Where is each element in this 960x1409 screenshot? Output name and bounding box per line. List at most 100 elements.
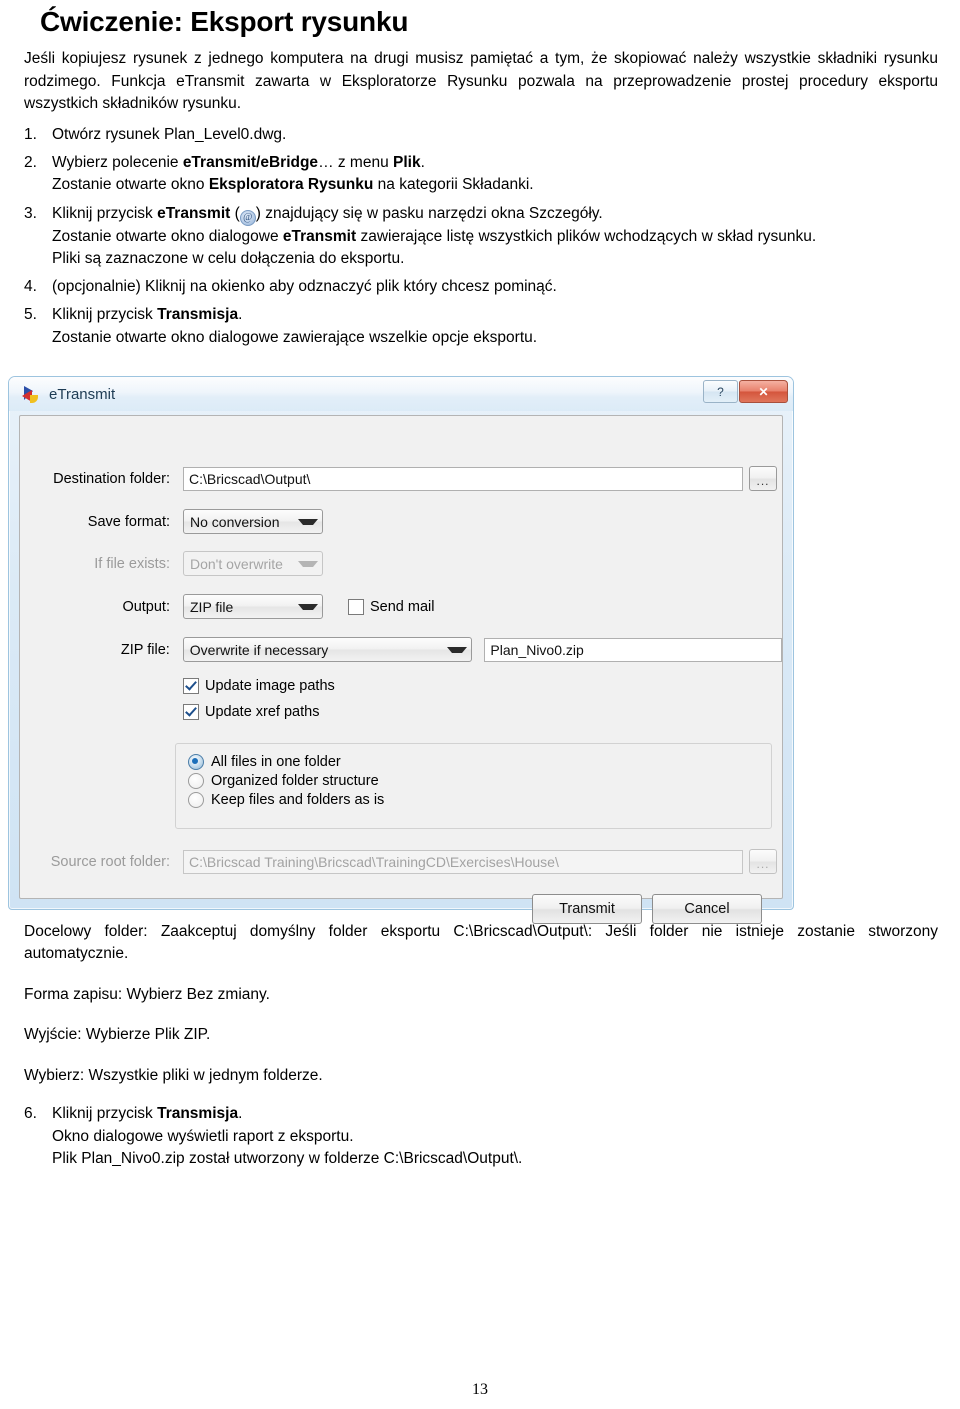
step-number: 4. — [24, 278, 37, 296]
output-value: ZIP file — [190, 598, 234, 615]
zip-file-label: ZIP file: — [120, 641, 170, 658]
step-number: 2. — [24, 153, 37, 171]
chevron-down-icon — [447, 646, 468, 653]
radio-label: Organized folder structure — [211, 773, 379, 789]
text-fragment: . — [238, 1105, 243, 1123]
text-emphasis: Eksploratora Rysunku — [208, 176, 374, 194]
save-format-label: Save format: — [87, 513, 170, 530]
intro-paragraph: Jeśli kopiujesz rysunek z jednego komput… — [24, 50, 938, 113]
step-line: Pliki są zaznaczone w celu dołączenia do… — [52, 249, 405, 267]
note-destination-folder: Docelowy folder: Zaakceptuj domyślny fol… — [24, 923, 938, 963]
step-line: Wybierz polecenie eTransmit/eBridge… z m… — [52, 152, 936, 174]
text-emphasis: Transmisja — [157, 306, 239, 324]
update-xref-paths-row[interactable]: Update xref paths — [183, 704, 319, 720]
text-emphasis: Transmisja — [157, 1105, 239, 1123]
help-button[interactable]: ? — [703, 380, 738, 403]
text-fragment: . — [420, 153, 425, 171]
text-fragment: . — [238, 306, 243, 324]
update-image-paths-checkbox[interactable] — [183, 678, 199, 694]
output-label: Output: — [122, 598, 170, 615]
source-root-folder-input[interactable]: C:\Bricscad Training\Bricscad\TrainingCD… — [183, 849, 743, 874]
text-fragment: Kliknij przycisk — [52, 204, 158, 222]
source-root-folder-browse-button[interactable]: ... — [749, 849, 777, 874]
zip-file-select[interactable]: Overwrite if necessary — [182, 637, 473, 662]
text-emphasis: Plik — [393, 153, 421, 171]
step-number: 1. — [24, 125, 37, 143]
page-number: 13 — [472, 1381, 488, 1398]
update-image-paths-label: Update image paths — [205, 678, 335, 694]
folder-structure-group: All files in one folder Organized folder… — [175, 743, 772, 829]
radio-all-files-in-one-folder[interactable]: All files in one folder — [188, 754, 771, 770]
destination-folder-browse-button[interactable]: ... — [749, 466, 777, 491]
etransmit-app-icon — [21, 384, 41, 404]
chevron-down-icon — [298, 518, 318, 525]
output-select[interactable]: ZIP file — [183, 594, 323, 619]
radio-keep-files-and-folders-as-is[interactable]: Keep files and folders as is — [188, 792, 771, 808]
text-fragment: na kategorii Składanki. — [373, 176, 534, 194]
source-root-folder-label: Source root folder: — [50, 853, 170, 870]
output-row: Output: ZIP file Send mail — [20, 594, 782, 619]
chevron-down-icon — [298, 560, 318, 567]
step-line: Okno dialogowe wyświetli raport z ekspor… — [52, 1127, 354, 1145]
transmit-button[interactable]: Transmit — [532, 894, 642, 924]
radio-icon[interactable] — [188, 792, 204, 808]
destination-folder-input[interactable]: C:\Bricscad\Output\ — [183, 466, 743, 491]
text-emphasis: eTransmit — [282, 227, 357, 245]
step-line: (opcjonalnie) Kliknij na okienko aby odz… — [52, 278, 557, 296]
save-format-select[interactable]: No conversion — [183, 509, 323, 534]
update-image-paths-row[interactable]: Update image paths — [183, 678, 335, 694]
text-fragment: Kliknij przycisk — [52, 306, 158, 324]
final-step-list: 6. Kliknij przycisk Transmisja. Okno dia… — [24, 1103, 950, 1170]
destination-folder-label: Destination folder: — [53, 470, 170, 487]
step-line: Kliknij przycisk eTransmit (@) znajdując… — [52, 203, 936, 226]
step-line: Kliknij przycisk Transmisja. — [52, 304, 936, 326]
step-number: 3. — [24, 204, 37, 222]
radio-label: Keep files and folders as is — [211, 792, 385, 808]
step-line: Plik Plan_Nivo0.zip został utworzony w f… — [52, 1149, 523, 1167]
step-body: Wybierz polecenie eTransmit/eBridge… z m… — [52, 152, 950, 197]
radio-icon[interactable] — [188, 754, 204, 770]
zip-file-value: Overwrite if necessary — [189, 641, 329, 658]
dialog-actions: Transmit Cancel — [532, 894, 762, 924]
window-controls: ? ✕ — [703, 380, 788, 403]
list-item: 6. Kliknij przycisk Transmisja. Okno dia… — [24, 1103, 950, 1170]
chevron-down-icon — [298, 603, 318, 610]
list-item: 4. (opcjonalnie) Kliknij na okienko aby … — [24, 276, 950, 298]
zip-filename-input[interactable]: Plan_Nivo0.zip — [484, 637, 782, 662]
step-body: Kliknij przycisk Transmisja. Zostanie ot… — [52, 304, 950, 349]
radio-organized-folder-structure[interactable]: Organized folder structure — [188, 773, 771, 789]
send-mail-checkbox-row[interactable]: Send mail — [348, 598, 435, 615]
step-line: Zostanie otwarte okno dialogowe eTransmi… — [52, 226, 936, 248]
text-fragment: Wybierz polecenie — [52, 153, 183, 171]
save-format-value: No conversion — [190, 513, 280, 530]
update-xref-paths-checkbox[interactable] — [183, 704, 199, 720]
source-root-folder-row: Source root folder: C:\Bricscad Training… — [20, 849, 782, 874]
list-item: 1. Otwórz rysunek Plan_Level0.dwg. — [24, 124, 950, 146]
step-number: 6. — [24, 1105, 37, 1123]
update-xref-paths-label: Update xref paths — [205, 704, 320, 720]
destination-folder-row: Destination folder: C:\Bricscad\Output\ … — [20, 466, 782, 491]
list-item: 5. Kliknij przycisk Transmisja. Zostanie… — [24, 304, 950, 349]
if-file-exists-select[interactable]: Don't overwrite — [183, 551, 323, 576]
step-body: Kliknij przycisk eTransmit (@) znajdując… — [52, 203, 950, 271]
zip-file-row: ZIP file: Overwrite if necessary Plan_Ni… — [20, 637, 782, 662]
text-fragment: Zostanie otwarte okno — [52, 176, 209, 194]
step-line: Kliknij przycisk Transmisja. — [52, 1103, 936, 1125]
text-fragment: zawierające listę wszystkich plików wcho… — [356, 227, 817, 245]
step-body: (opcjonalnie) Kliknij na okienko aby odz… — [52, 276, 950, 298]
etransmit-dialog: eTransmit ? ✕ Destination folder: C:\Bri… — [8, 376, 794, 924]
cancel-button[interactable]: Cancel — [652, 894, 762, 924]
note-save-format: Forma zapisu: Wybierz Bez zmiany. — [24, 985, 270, 1003]
text-fragment: Zostanie otwarte okno dialogowe — [52, 227, 283, 245]
step-line: Zostanie otwarte okno Eksploratora Rysun… — [52, 174, 936, 196]
send-mail-label: Send mail — [370, 598, 435, 615]
if-file-exists-value: Don't overwrite — [190, 555, 283, 572]
dialog-titlebar: eTransmit ? ✕ — [9, 377, 793, 411]
text-fragment: ( — [230, 204, 240, 222]
send-mail-checkbox[interactable] — [348, 598, 364, 615]
notes-section: Docelowy folder: Zaakceptuj domyślny fol… — [0, 921, 960, 1176]
text-fragment: ) znajdujący się w pasku narzędzi okna S… — [255, 204, 603, 222]
text-fragment: … z menu — [318, 153, 394, 171]
close-icon[interactable]: ✕ — [739, 380, 788, 403]
radio-icon[interactable] — [188, 773, 204, 789]
